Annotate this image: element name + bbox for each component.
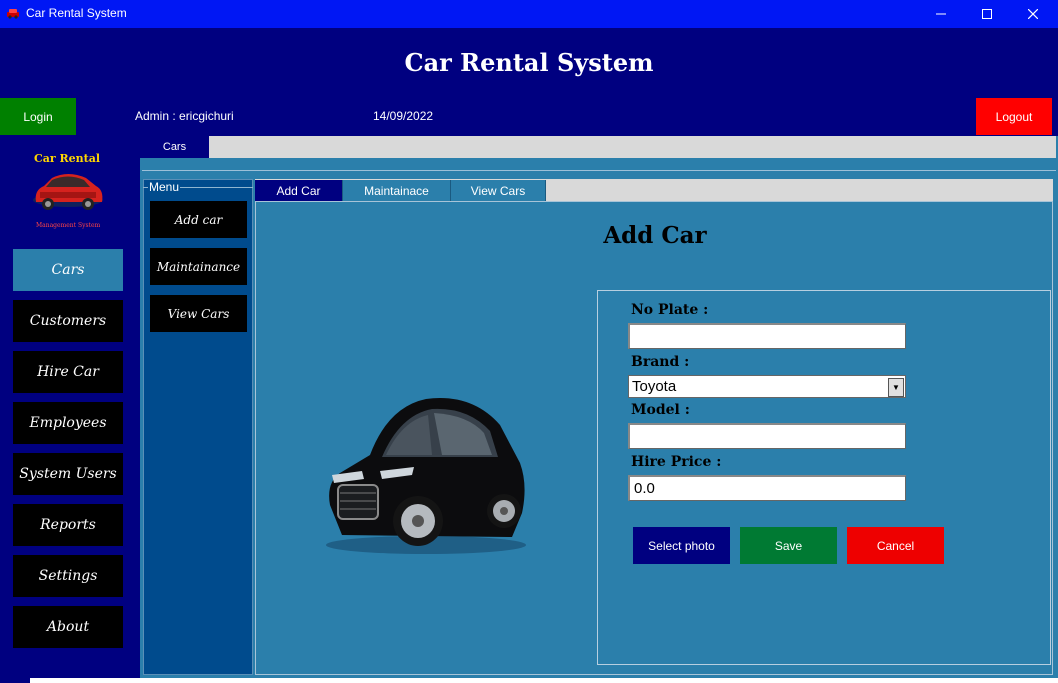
- model-input[interactable]: [628, 423, 906, 449]
- brand-select[interactable]: Toyota ▼: [628, 375, 906, 398]
- maximize-button[interactable]: [964, 0, 1010, 28]
- login-button[interactable]: Login: [0, 98, 76, 135]
- hire-price-input[interactable]: 0.0: [628, 475, 906, 501]
- sidebar-item-employees[interactable]: Employees: [13, 402, 123, 444]
- brand-label: Brand :: [631, 354, 690, 370]
- dropdown-arrow-icon[interactable]: ▼: [888, 378, 904, 397]
- logo-title: Car Rental: [34, 152, 101, 165]
- maximize-icon: [982, 9, 992, 19]
- no-plate-input[interactable]: [628, 323, 906, 349]
- model-label: Model :: [631, 402, 690, 418]
- sidebar-item-settings[interactable]: Settings: [13, 555, 123, 597]
- save-button[interactable]: Save: [740, 527, 837, 564]
- car-image: [322, 385, 530, 560]
- no-plate-label: No Plate :: [631, 302, 709, 318]
- select-photo-button[interactable]: Select photo: [633, 527, 730, 564]
- logo-subtitle: Management System: [36, 222, 101, 229]
- minimize-button[interactable]: [918, 0, 964, 28]
- car-app-icon: [7, 9, 19, 19]
- sidebar-item-about[interactable]: About: [13, 606, 123, 648]
- divider: [142, 170, 1056, 171]
- tab-content-top: [142, 158, 1056, 170]
- tab-view-cars[interactable]: View Cars: [451, 180, 546, 201]
- cancel-button[interactable]: Cancel: [847, 527, 944, 564]
- header-banner: Car Rental System: [0, 28, 1058, 97]
- menu-view-cars-button[interactable]: View Cars: [150, 295, 247, 332]
- logout-button[interactable]: Logout: [976, 98, 1052, 135]
- sidebar-item-reports[interactable]: Reports: [13, 504, 123, 546]
- page-title: Car Rental System: [404, 48, 654, 77]
- app-logo: Car Rental Management System: [28, 150, 108, 234]
- window-title: Car Rental System: [26, 6, 127, 20]
- close-icon: [1028, 9, 1038, 19]
- sidebar-item-hire-car[interactable]: Hire Car: [13, 351, 123, 393]
- status-bar: Login Admin : ericgichuri 14/09/2022 Log…: [0, 97, 1058, 136]
- tab-add-car[interactable]: Add Car: [255, 180, 343, 201]
- sidebar-item-cars[interactable]: Cars: [13, 249, 123, 291]
- window-titlebar: Car Rental System: [0, 0, 1058, 28]
- date-label: 14/09/2022: [373, 109, 434, 123]
- car-photo-icon: [326, 398, 526, 554]
- menu-legend: Menu: [148, 180, 181, 194]
- tab-maintainace[interactable]: Maintainace: [343, 180, 451, 201]
- tab-cars[interactable]: Cars: [140, 136, 209, 158]
- brand-select-value: Toyota: [632, 378, 677, 395]
- minimize-icon: [936, 13, 946, 15]
- form-title: Add Car: [603, 222, 707, 249]
- menu-maintainance-button[interactable]: Maintainance: [150, 248, 247, 285]
- sidebar-item-system-users[interactable]: System Users: [13, 453, 123, 495]
- admin-label: Admin : ericgichuri: [135, 109, 234, 123]
- close-button[interactable]: [1010, 0, 1056, 28]
- window-bottom-edge: [30, 678, 1058, 683]
- sidebar-item-customers[interactable]: Customers: [13, 300, 123, 342]
- hire-price-label: Hire Price :: [631, 454, 722, 470]
- top-tabstrip: [140, 136, 1056, 158]
- menu-add-car-button[interactable]: Add car: [150, 201, 247, 238]
